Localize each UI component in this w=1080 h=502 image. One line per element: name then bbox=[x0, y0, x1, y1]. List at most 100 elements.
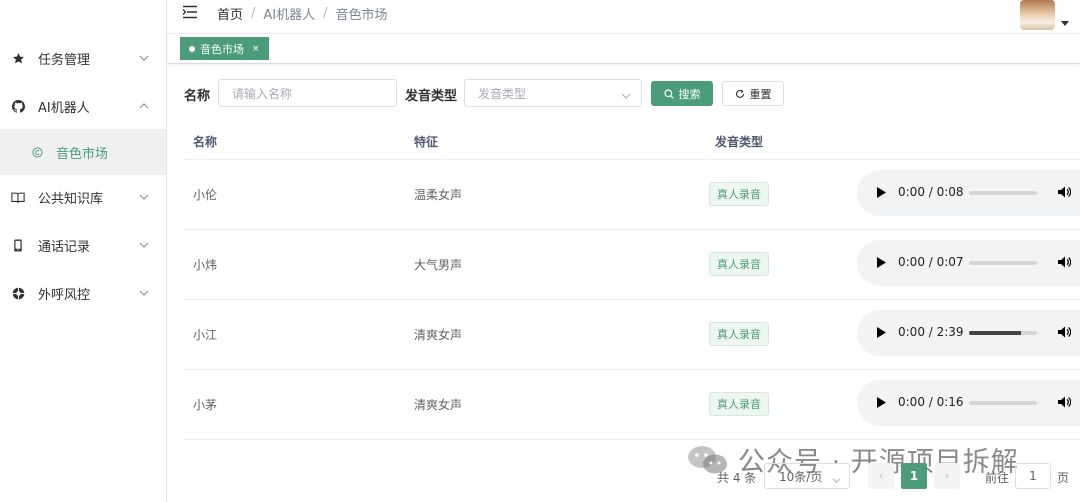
column-header-type: 发音类型 bbox=[715, 135, 764, 149]
cell-name: 小茅 bbox=[193, 398, 218, 412]
table-row: 小江 清爽女声 真人录音 0:00 / 2:39 bbox=[183, 300, 1080, 370]
goto-page-input[interactable]: 1 bbox=[1015, 463, 1051, 489]
sidebar: 任务管理 AI机器人 音色市场 公共知识库 通话记录 外呼风控 bbox=[0, 0, 167, 502]
breadcrumb: 首页 / AI机器人 / 音色市场 bbox=[217, 4, 388, 23]
copyright-icon bbox=[30, 145, 44, 159]
name-search-input[interactable]: 请输入名称 bbox=[218, 79, 397, 107]
sidebar-item-label: 任务管理 bbox=[38, 52, 91, 68]
sidebar-item-label: 音色市场 bbox=[56, 146, 109, 162]
audio-player[interactable]: 0:00 / 2:39 bbox=[857, 310, 1080, 356]
goto-label: 前往 bbox=[985, 471, 1010, 485]
column-header-name: 名称 bbox=[193, 135, 218, 149]
sidebar-item-label: AI机器人 bbox=[38, 100, 90, 116]
audio-progress-track[interactable] bbox=[969, 261, 1037, 265]
play-icon[interactable] bbox=[877, 327, 886, 338]
mobile-phone-icon bbox=[11, 238, 25, 252]
play-icon[interactable] bbox=[877, 397, 886, 408]
sidebar-item-label: 外呼风控 bbox=[38, 287, 91, 303]
column-header-feature: 特征 bbox=[414, 135, 439, 149]
type-badge: 真人录音 bbox=[709, 322, 769, 346]
audio-time: 0:00 / 0:08 bbox=[898, 185, 964, 199]
type-badge: 真人录音 bbox=[709, 392, 769, 416]
breadcrumb-voice-market: 音色市场 bbox=[335, 8, 388, 23]
audio-player[interactable]: 0:00 / 0:16 bbox=[857, 380, 1080, 426]
caret-down-icon[interactable] bbox=[1061, 16, 1069, 26]
prev-page-button[interactable]: ‹ bbox=[868, 463, 894, 489]
top-navbar: 首页 / AI机器人 / 音色市场 bbox=[168, 0, 1080, 34]
chevron-down-icon bbox=[137, 286, 151, 300]
breadcrumb-separator: / bbox=[323, 6, 328, 21]
audio-progress-track[interactable] bbox=[969, 331, 1037, 335]
refresh-icon bbox=[735, 89, 745, 99]
book-open-icon bbox=[11, 190, 25, 204]
sidebar-item-label: 通话记录 bbox=[38, 239, 91, 255]
volume-icon[interactable] bbox=[1057, 255, 1072, 269]
audio-time: 0:00 / 0:07 bbox=[898, 255, 964, 269]
chevron-down-icon bbox=[137, 190, 151, 204]
play-icon[interactable] bbox=[877, 257, 886, 268]
table-row: 小茅 清爽女声 真人录音 0:00 / 0:16 bbox=[183, 370, 1080, 440]
audio-time: 0:00 / 2:39 bbox=[898, 325, 964, 339]
cell-name: 小炜 bbox=[193, 258, 218, 272]
audio-player[interactable]: 0:00 / 0:07 bbox=[857, 240, 1080, 286]
breadcrumb-separator: / bbox=[251, 6, 256, 21]
type-select[interactable]: 发音类型 bbox=[464, 79, 642, 107]
type-placeholder: 发音类型 bbox=[478, 86, 527, 101]
cell-feature: 清爽女声 bbox=[414, 328, 463, 342]
table-row: 小伦 温柔女声 真人录音 0:00 / 0:08 bbox=[183, 160, 1080, 230]
sidebar-item-task-management[interactable]: 任务管理 bbox=[0, 35, 166, 81]
audio-player[interactable]: 0:00 / 0:08 bbox=[857, 170, 1080, 216]
close-icon[interactable]: × bbox=[252, 44, 260, 54]
avatar[interactable] bbox=[1020, 0, 1055, 30]
cell-feature: 温柔女声 bbox=[414, 188, 463, 202]
page-size-value: 10条/页 bbox=[779, 469, 823, 484]
page-size-select[interactable]: 10条/页 bbox=[764, 463, 850, 489]
audio-progress-fill bbox=[969, 331, 1022, 335]
sidebar-item-ai-robot[interactable]: AI机器人 bbox=[0, 83, 166, 129]
sidebar-item-label: 公共知识库 bbox=[38, 191, 104, 207]
tags-view: 音色市场 × bbox=[168, 34, 1080, 64]
sidebar-item-public-knowledge[interactable]: 公共知识库 bbox=[0, 174, 166, 220]
search-button-label: 搜索 bbox=[678, 87, 701, 101]
cell-name: 小伦 bbox=[193, 188, 218, 202]
github-icon bbox=[11, 99, 25, 113]
aperture-icon bbox=[11, 286, 25, 300]
volume-icon[interactable] bbox=[1057, 185, 1072, 199]
chevron-down-icon bbox=[621, 89, 631, 99]
volume-icon[interactable] bbox=[1057, 325, 1072, 339]
breadcrumb-home[interactable]: 首页 bbox=[217, 4, 243, 23]
star-icon bbox=[11, 51, 25, 65]
sidebar-item-outbound-risk[interactable]: 外呼风控 bbox=[0, 270, 166, 316]
audio-time: 0:00 / 0:16 bbox=[898, 395, 964, 409]
name-label: 名称 bbox=[184, 89, 211, 104]
chevron-down-icon bbox=[137, 238, 151, 252]
tag-label: 音色市场 bbox=[200, 42, 244, 56]
goto-suffix: 页 bbox=[1057, 471, 1070, 485]
page-number-button[interactable]: 1 bbox=[901, 463, 927, 489]
reset-button[interactable]: 重置 bbox=[722, 81, 784, 106]
chevron-down-icon bbox=[832, 473, 841, 483]
search-button[interactable]: 搜索 bbox=[651, 81, 713, 106]
tag-voice-market[interactable]: 音色市场 × bbox=[180, 37, 269, 60]
cell-feature: 大气男声 bbox=[414, 258, 463, 272]
next-page-button[interactable]: › bbox=[934, 463, 960, 489]
audio-progress-track[interactable] bbox=[969, 191, 1037, 195]
name-placeholder: 请输入名称 bbox=[232, 86, 293, 101]
volume-icon[interactable] bbox=[1057, 395, 1072, 409]
chevron-down-icon bbox=[137, 51, 151, 65]
play-icon[interactable] bbox=[877, 187, 886, 198]
chevron-up-icon bbox=[137, 99, 151, 113]
type-badge: 真人录音 bbox=[709, 252, 769, 276]
table-row: 小炜 大气男声 真人录音 0:00 / 0:07 bbox=[183, 230, 1080, 300]
type-badge: 真人录音 bbox=[709, 182, 769, 206]
cell-feature: 清爽女声 bbox=[414, 398, 463, 412]
hamburger-icon[interactable] bbox=[182, 5, 198, 19]
sidebar-item-voice-market[interactable]: 音色市场 bbox=[0, 129, 166, 175]
sidebar-item-call-records[interactable]: 通话记录 bbox=[0, 222, 166, 268]
cell-name: 小江 bbox=[193, 328, 218, 342]
active-dot-icon bbox=[189, 45, 195, 52]
breadcrumb-ai-robot: AI机器人 bbox=[263, 8, 316, 23]
search-icon bbox=[663, 88, 674, 99]
audio-progress-track[interactable] bbox=[969, 401, 1037, 405]
pagination-total: 共 4 条 bbox=[717, 471, 757, 485]
